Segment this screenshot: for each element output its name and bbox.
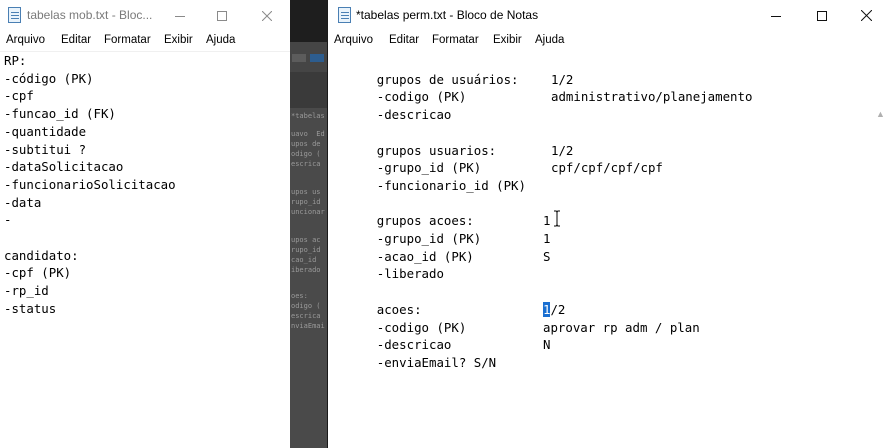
notepad-icon bbox=[7, 7, 22, 23]
close-icon bbox=[860, 10, 872, 21]
line-value: 1/2 bbox=[543, 301, 566, 317]
text-line: -funcionarioSolicitacao bbox=[4, 176, 176, 192]
menu-ajuda[interactable]: Ajuda bbox=[206, 31, 235, 46]
text-line: -enviaEmail? S/N N bbox=[332, 336, 551, 370]
line-key: -liberado bbox=[376, 266, 444, 282]
text-line: -codigo (PK) 1/2 bbox=[332, 71, 574, 105]
text-line: - bbox=[4, 212, 12, 228]
text-line: -código (PK) bbox=[4, 70, 94, 86]
ghost-text: rupo_id bbox=[291, 198, 321, 206]
ghost-text: uavo Ed bbox=[291, 130, 325, 138]
maximize-button[interactable] bbox=[799, 0, 845, 31]
line-value: 1/2 bbox=[551, 142, 574, 158]
menu-editar[interactable]: Editar bbox=[61, 31, 91, 46]
minimize-button[interactable] bbox=[753, 0, 799, 31]
title-bar[interactable]: *tabelas perm.txt - Bloco de Notas bbox=[328, 0, 888, 31]
text-line: -quantidade bbox=[4, 123, 87, 139]
maximize-icon bbox=[817, 10, 827, 21]
close-button[interactable] bbox=[843, 0, 888, 31]
menu-bar: Arquivo Editar Formatar Exibir Ajuda bbox=[328, 31, 888, 51]
minimize-icon bbox=[175, 15, 185, 17]
line-value: administrativo/planejamento bbox=[551, 89, 753, 105]
line-key: -funcionario_id (PK) bbox=[376, 177, 526, 193]
text-line: candidato: bbox=[4, 247, 79, 263]
text-line: -subtitui ? bbox=[4, 141, 87, 157]
ghost-text: rupo_id bbox=[291, 246, 321, 254]
text-line: grupos acoes: bbox=[332, 195, 474, 228]
line-key: -enviaEmail? S/N bbox=[376, 354, 497, 370]
ghost-text: odigo ( bbox=[291, 302, 321, 310]
ghost-text: escrica bbox=[291, 312, 321, 320]
scroll-up-arrow[interactable]: ▲ bbox=[876, 109, 886, 119]
window-title: tabelas mob.txt - Bloc... bbox=[27, 8, 153, 22]
minimize-button[interactable] bbox=[157, 0, 203, 31]
line-value: 1 bbox=[543, 213, 551, 229]
text-line: -rp_id bbox=[4, 283, 49, 299]
background-app-toolbar bbox=[290, 42, 327, 72]
text-line: -funcionario_id (PK) cpf/cpf/cpf/cpf bbox=[332, 159, 663, 193]
text-line: -descricao aprovar rp adm / plan bbox=[332, 319, 700, 353]
text-line: grupos de usuários: bbox=[332, 53, 519, 87]
title-bar[interactable]: tabelas mob.txt - Bloc... bbox=[0, 0, 290, 31]
text-line: -cpf (PK) bbox=[4, 265, 72, 281]
text-line: -dataSolicitacao bbox=[4, 159, 124, 175]
ghost-text: upos ac bbox=[291, 236, 321, 244]
ghost-text: iberado bbox=[291, 266, 321, 274]
menu-arquivo[interactable]: Arquivo bbox=[6, 31, 45, 46]
ghost-text: escrica bbox=[291, 160, 321, 168]
menu-exibir[interactable]: Exibir bbox=[493, 31, 522, 46]
text-editor[interactable]: RP: -código (PK) -cpf -funcao_id (FK) -q… bbox=[0, 51, 290, 448]
notepad-window-tabelas-perm[interactable]: *tabelas perm.txt - Bloco de Notas Arqui… bbox=[327, 0, 888, 448]
ghost-text: upos us bbox=[291, 188, 321, 196]
ghost-text: cao_id bbox=[291, 256, 317, 264]
line-value: 1/2 bbox=[551, 71, 574, 87]
text-line: -codigo (PK) 1/2 bbox=[332, 301, 565, 335]
close-button[interactable] bbox=[244, 0, 290, 31]
menu-ajuda[interactable]: Ajuda bbox=[535, 31, 564, 46]
maximize-button[interactable] bbox=[199, 0, 245, 31]
minimize-icon bbox=[771, 15, 781, 17]
menu-arquivo[interactable]: Arquivo bbox=[334, 31, 373, 46]
text-line: RP: bbox=[4, 53, 27, 68]
menu-formatar[interactable]: Formatar bbox=[104, 31, 151, 46]
line-key: -descricao bbox=[376, 107, 452, 123]
menu-exibir[interactable]: Exibir bbox=[164, 31, 193, 46]
text-line: acoes: bbox=[332, 283, 422, 317]
text-line: -acao_id (PK) 1 bbox=[332, 230, 551, 264]
line-value: aprovar rp adm / plan bbox=[543, 319, 700, 335]
text-line: -cpf bbox=[4, 88, 34, 104]
window-title: *tabelas perm.txt - Bloco de Notas bbox=[356, 8, 539, 22]
maximize-icon bbox=[217, 10, 227, 21]
background-app-strip: *tabelas p uavo Ed upos de odigo ( escri… bbox=[290, 0, 333, 448]
ghost-text: odigo ( bbox=[291, 150, 321, 158]
notepad-icon bbox=[337, 7, 352, 23]
text-line: -data bbox=[4, 194, 42, 210]
background-app-content: *tabelas p uavo Ed upos de odigo ( escri… bbox=[290, 108, 333, 448]
ghost-text: oes: bbox=[291, 292, 308, 300]
text-cursor-icon bbox=[554, 210, 560, 227]
text-line: -grupo_id (PK) 1/2 bbox=[332, 142, 574, 176]
close-icon bbox=[262, 10, 272, 21]
line-value: 1 bbox=[543, 231, 551, 246]
line-value: S bbox=[543, 248, 551, 264]
background-app-titlebar bbox=[290, 0, 327, 42]
menu-formatar[interactable]: Formatar bbox=[432, 31, 479, 46]
notepad-window-tabelas-mob[interactable]: tabelas mob.txt - Bloc... Arquivo Editar… bbox=[0, 0, 290, 448]
ghost-text: upos de bbox=[291, 140, 321, 148]
text-line: -liberado S bbox=[332, 248, 551, 282]
text-line: -funcao_id (FK) bbox=[4, 106, 116, 122]
text-line: -descricao administrativo/planejamento bbox=[332, 88, 753, 122]
menu-editar[interactable]: Editar bbox=[389, 31, 419, 46]
ghost-text: uncionar bbox=[291, 208, 325, 216]
text-line: -status bbox=[4, 300, 57, 316]
line-value: cpf/cpf/cpf/cpf bbox=[551, 160, 663, 176]
text-line: -grupo_id (PK) 1 bbox=[332, 212, 551, 246]
text-line: grupos usuarios: bbox=[332, 124, 496, 158]
text-editor[interactable]: grupos de usuários: -codigo (PK) 1/2 -de… bbox=[328, 51, 888, 448]
line-value: N bbox=[543, 337, 551, 353]
menu-bar: Arquivo Editar Formatar Exibir Ajuda bbox=[0, 31, 290, 51]
ghost-text: nviaEmai bbox=[291, 322, 325, 330]
